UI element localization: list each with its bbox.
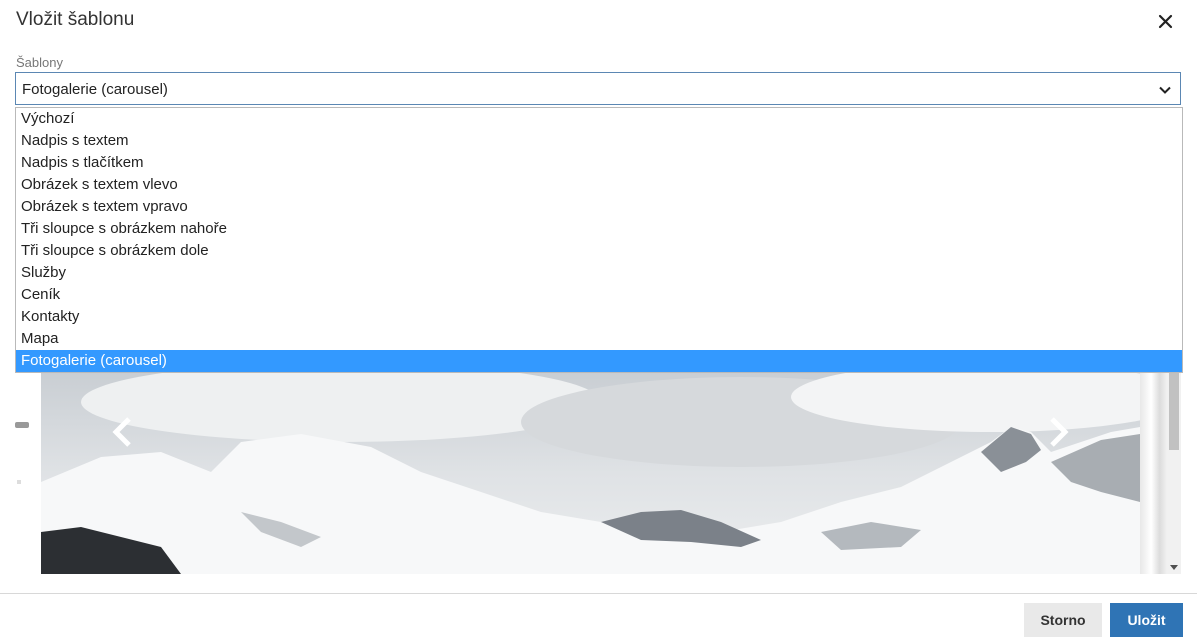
template-preview [15, 372, 1181, 574]
dropdown-option[interactable]: Tři sloupce s obrázkem nahoře [16, 218, 1182, 240]
chevron-down-icon [1159, 86, 1171, 94]
dropdown-option[interactable]: Kontakty [16, 306, 1182, 328]
dropdown-option[interactable]: Nadpis s tlačítkem [16, 152, 1182, 174]
preview-fragment-left [15, 422, 29, 428]
close-button[interactable] [1154, 10, 1178, 34]
template-select[interactable]: Fotogalerie (carousel) [15, 72, 1181, 105]
dropdown-option[interactable]: Fotogalerie (carousel) [16, 350, 1182, 372]
dropdown-option[interactable]: Nadpis s textem [16, 130, 1182, 152]
template-select-label: Šablony [16, 55, 63, 70]
save-button[interactable]: Uložit [1110, 603, 1183, 637]
dropdown-option[interactable]: Tři sloupce s obrázkem dole [16, 240, 1182, 262]
close-icon [1158, 14, 1173, 29]
dropdown-option[interactable]: Ceník [16, 284, 1182, 306]
template-select-value: Fotogalerie (carousel) [22, 81, 168, 98]
carousel-next-icon[interactable] [1048, 416, 1070, 448]
preview-scrollbar[interactable] [1167, 372, 1181, 574]
dialog-title: Vložit šablonu [16, 9, 135, 30]
template-dropdown-list: Výchozí Nadpis s textem Nadpis s tlačítkem… [15, 107, 1183, 373]
scrollbar-thumb[interactable] [1169, 372, 1179, 450]
dropdown-option[interactable]: Obrázek s textem vlevo [16, 174, 1182, 196]
carousel-image [41, 372, 1140, 574]
footer-divider [0, 593, 1197, 594]
preview-fragment-right [1140, 372, 1168, 574]
preview-fragment-left-dot [17, 480, 21, 484]
dropdown-option[interactable]: Obrázek s textem vpravo [16, 196, 1182, 218]
dropdown-option[interactable]: Služby [16, 262, 1182, 284]
scroll-down-arrow-icon[interactable] [1170, 565, 1178, 570]
dropdown-option[interactable]: Mapa [16, 328, 1182, 350]
carousel-prev-icon[interactable] [111, 416, 133, 448]
cancel-button[interactable]: Storno [1024, 603, 1102, 637]
dropdown-option[interactable]: Výchozí [16, 108, 1182, 130]
